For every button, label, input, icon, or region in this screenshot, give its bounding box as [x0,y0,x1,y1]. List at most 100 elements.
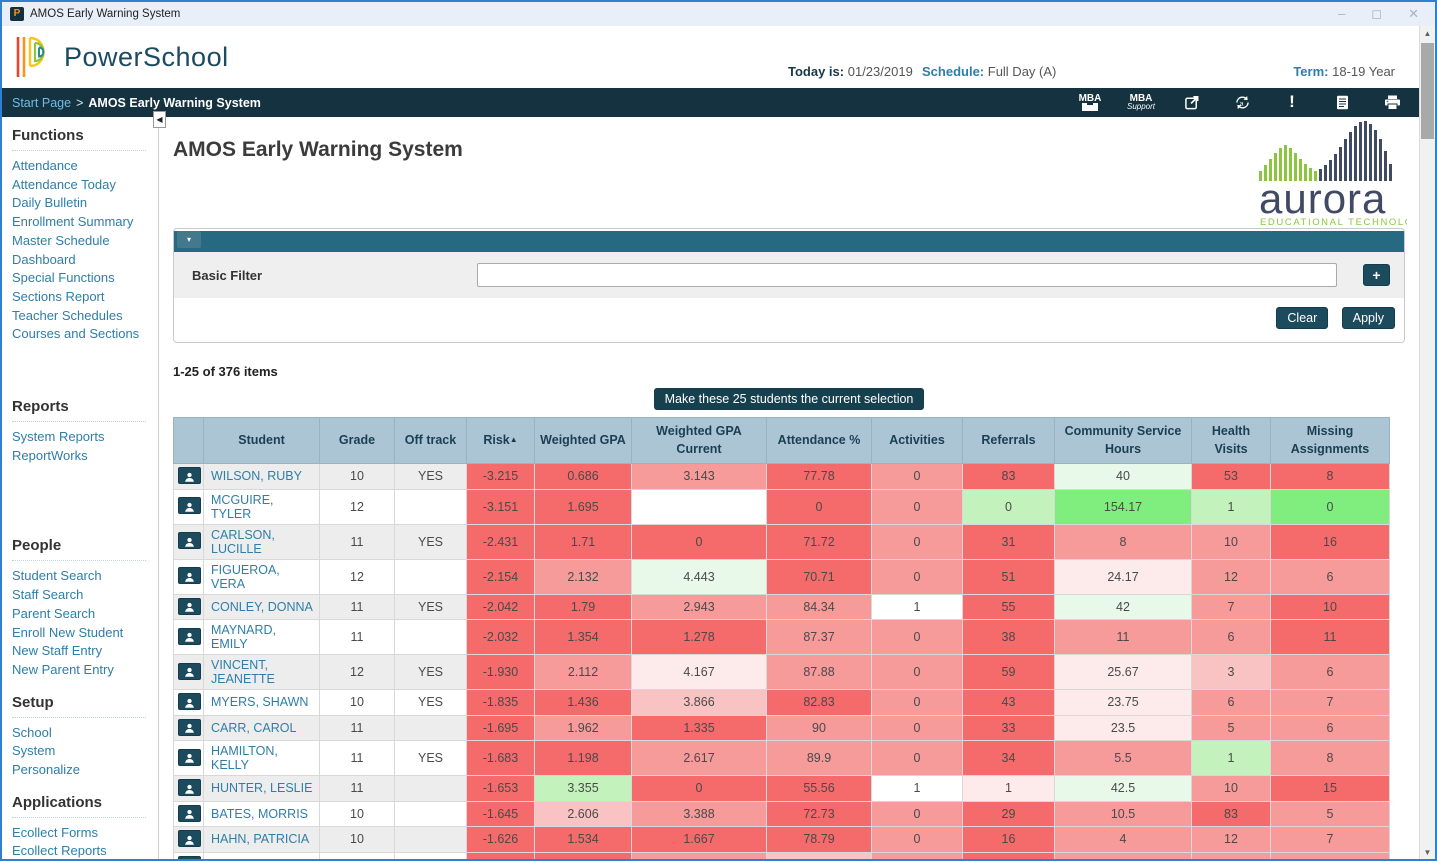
student-link[interactable]: FIGUEROA, VERA [211,563,280,591]
student-link[interactable]: HUNTER, LESLIE [211,781,312,795]
sidebar-item-system[interactable]: System [12,742,158,761]
student-profile-button[interactable] [178,628,201,645]
sidebar-item-dashboard[interactable]: Dashboard [12,251,158,270]
student-link[interactable]: CARLSON, LUCILLE [211,528,275,556]
column-header-student[interactable]: Student [204,418,320,464]
student-link[interactable]: CONLEY, DONNA [211,600,313,614]
sidebar-item-personalize[interactable]: Personalize [12,761,158,780]
student-profile-button[interactable] [178,749,201,766]
sidebar-item-sections-report[interactable]: Sections Report [12,288,158,307]
column-header-activities[interactable]: Activities [872,418,963,464]
basic-filter-label: Basic Filter [192,268,477,283]
student-link[interactable]: MCGUIRE, TYLER [211,493,274,521]
student-link[interactable]: WILSON, RUBY [211,469,302,483]
sidebar-item-staff-search[interactable]: Staff Search [12,586,158,605]
student-link[interactable]: HAMILTON, KELLY [211,744,278,772]
column-header-icon[interactable] [174,418,204,464]
sidebar-item-teacher-schedules[interactable]: Teacher Schedules [12,307,158,326]
student-link[interactable]: MYERS, SHAWN [211,695,308,709]
student-link[interactable]: VINCENT, JEANETTE [211,658,275,686]
scrollbar-thumb[interactable] [1421,43,1434,139]
student-profile-button[interactable] [178,467,201,484]
report-icon[interactable] [1329,95,1355,110]
column-header-missing-assignments[interactable]: Missing Assignments [1271,418,1390,464]
student-link[interactable]: MAYNARD, EMILY [211,623,276,651]
risk-cell: -2.431 [467,524,535,559]
column-header-weighted-gpa-current[interactable]: Weighted GPA Current [632,418,767,464]
off-track-cell [395,776,467,802]
sidebar-item-reportworks[interactable]: ReportWorks [12,447,158,466]
minimize-button[interactable]: – [1338,6,1345,22]
sidebar-item-special-functions[interactable]: Special Functions [12,269,158,288]
clear-button[interactable]: Clear [1276,307,1328,329]
sidebar-item-attendance-today[interactable]: Attendance Today [12,176,158,195]
student-link[interactable]: BATES, MORRIS [211,807,308,821]
scroll-down-arrow[interactable]: ▼ [1420,845,1435,861]
sidebar-item-ecollect-forms[interactable]: Ecollect Forms [12,824,158,843]
sidebar-item-new-parent-entry[interactable]: New Parent Entry [12,661,158,680]
student-profile-button[interactable] [178,693,201,710]
mba-support-icon[interactable]: MBASupport [1127,94,1155,111]
sidebar-item-student-search[interactable]: Student Search [12,567,158,586]
sidebar-item-parent-search[interactable]: Parent Search [12,605,158,624]
community-service-hours-cell: 42.5 [1055,776,1192,802]
breadcrumb-current: AMOS Early Warning System [88,96,261,110]
add-filter-button[interactable]: + [1363,264,1390,286]
print-icon[interactable] [1379,95,1405,110]
powerschool-logo[interactable]: PowerSchool [14,34,229,80]
maximize-button[interactable]: ◻ [1371,6,1382,22]
column-header-community-service-hours[interactable]: Community Service Hours [1055,418,1192,464]
basic-filter-input[interactable] [477,263,1337,287]
student-link[interactable]: CARR, CAROL [211,721,296,735]
column-header-risk[interactable]: Risk▲ [467,418,535,464]
sidebar-item-new-staff-entry[interactable]: New Staff Entry [12,642,158,661]
community-service-hours-cell: 5.5 [1055,741,1192,776]
sidebar-item-master-schedule[interactable]: Master Schedule [12,232,158,251]
student-profile-button[interactable] [178,856,201,861]
sidebar-item-enrollment-summary[interactable]: Enrollment Summary [12,213,158,232]
activities-cell: 0 [872,690,963,716]
apply-button[interactable]: Apply [1342,307,1395,329]
column-header-health-visits[interactable]: Health Visits [1192,418,1271,464]
sidebar-section-title: Reports [12,398,146,422]
column-header-weighted-gpa[interactable]: Weighted GPA [535,418,632,464]
sidebar-item-ecollect-reports[interactable]: Ecollect Reports [12,842,158,861]
student-profile-button[interactable] [178,532,201,549]
sidebar-item-courses-and-sections[interactable]: Courses and Sections [12,325,158,344]
student-profile-button[interactable] [178,719,201,736]
alert-icon[interactable]: ! [1279,93,1305,112]
sidebar-item-attendance[interactable]: Attendance [12,157,158,176]
student-link[interactable]: HAHN, PATRICIA [211,832,309,846]
referrals-cell: 59 [963,655,1055,690]
mba-icon[interactable]: MBA [1077,94,1103,111]
sidebar-item-system-reports[interactable]: System Reports [12,428,158,447]
student-profile-button[interactable] [178,830,201,847]
close-button[interactable]: ✕ [1408,6,1419,22]
student-profile-button[interactable] [178,663,201,680]
vertical-scrollbar[interactable]: ▲ ▼ [1419,26,1435,861]
student-profile-button[interactable] [178,779,201,796]
student-profile-button[interactable] [178,497,201,514]
make-selection-button[interactable]: Make these 25 students the current selec… [654,388,925,410]
sidebar-collapse-handle[interactable]: ◀ [153,117,166,128]
sidebar-item-daily-bulletin[interactable]: Daily Bulletin [12,194,158,213]
external-link-icon[interactable] [1179,95,1205,110]
column-header-attendance-[interactable]: Attendance % [767,418,872,464]
student-profile-button[interactable] [178,805,201,822]
student-profile-button[interactable] [178,598,201,615]
referrals-cell: 29 [963,801,1055,827]
column-header-grade[interactable]: Grade [320,418,395,464]
column-header-referrals[interactable]: Referrals [963,418,1055,464]
column-header-off-track[interactable]: Off track [395,418,467,464]
page-header: PowerSchool Today is: 01/23/2019 Schedul… [2,26,1419,88]
attendance-cell: 94.44 [767,852,872,861]
language-icon[interactable]: a [1229,95,1255,110]
filter-collapse-button[interactable]: ▾ [177,231,201,248]
breadcrumb-start-page-link[interactable]: Start Page [12,96,71,110]
sidebar-section-title: Functions [12,127,146,151]
scroll-up-arrow[interactable]: ▲ [1420,26,1435,42]
sidebar-item-school[interactable]: School [12,724,158,743]
activities-cell: 0 [872,489,963,524]
student-profile-button[interactable] [178,567,201,584]
sidebar-item-enroll-new-student[interactable]: Enroll New Student [12,624,158,643]
